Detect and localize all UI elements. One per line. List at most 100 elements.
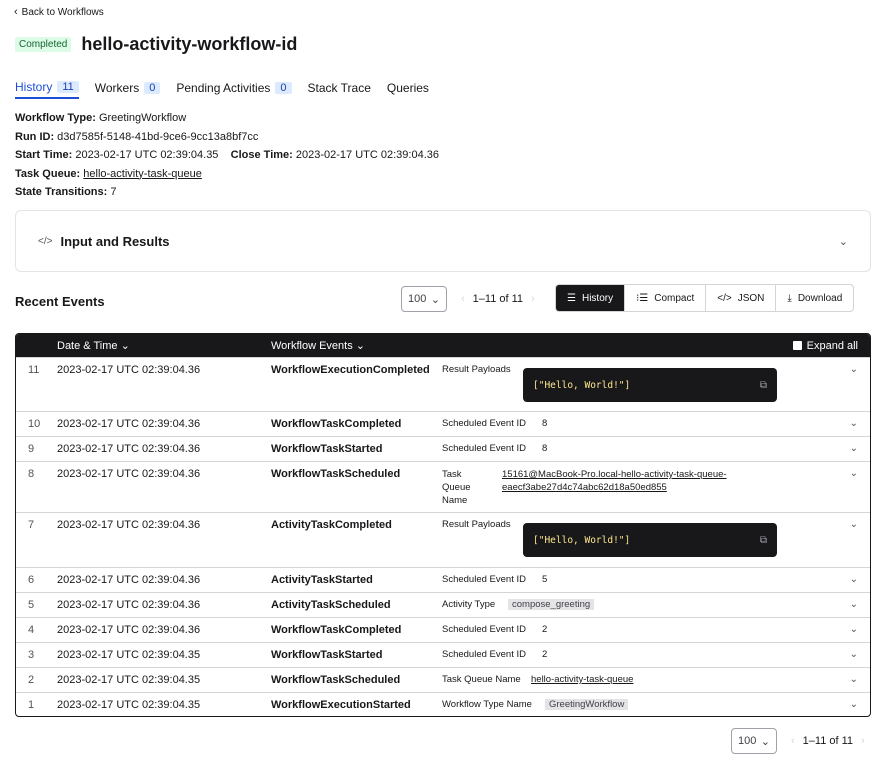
event-type: WorkflowTaskScheduled — [271, 674, 401, 686]
compact-list-icon: ⁝☰ — [636, 292, 649, 304]
detail-value: 5 — [542, 574, 548, 585]
close-time: 2023-02-17 UTC 02:39:04.36 — [295, 149, 439, 161]
chevron-down-icon[interactable]: ⌄ — [850, 699, 858, 710]
task-queue-link[interactable]: hello-activity-task-queue — [83, 168, 202, 180]
page-size-select[interactable]: 100 ⌄ — [731, 728, 777, 754]
next-page-icon[interactable]: › — [861, 735, 865, 747]
tab-workers[interactable]: Workers 0 — [95, 81, 161, 98]
event-id: 11 — [28, 364, 40, 376]
bottom-pagination: 100 ⌄ ‹ 1–11 of 11 › — [731, 728, 865, 754]
chevron-down-icon[interactable]: ⌄ — [850, 599, 858, 610]
tab-pending-activities[interactable]: Pending Activities 0 — [176, 81, 292, 98]
chevron-down-icon[interactable]: ⌄ — [850, 364, 858, 375]
chevron-left-icon: ‹ — [14, 6, 18, 18]
table-row[interactable]: 1 2023-02-17 UTC 02:39:04.35 WorkflowExe… — [16, 692, 870, 716]
tab-label: Workers — [94, 81, 140, 95]
table-row[interactable]: 11 2023-02-17 UTC 02:39:04.36 WorkflowEx… — [16, 357, 870, 411]
tab-count-badge: 0 — [144, 82, 161, 94]
task-queue-link[interactable]: 15161@MacBook-Pro.local-hello-activity-t… — [502, 468, 727, 494]
event-id: 7 — [28, 519, 35, 531]
page-size-value: 100 — [738, 735, 757, 747]
view-label: Compact — [654, 292, 695, 304]
view-toggle: ☰ History ⁝☰ Compact </> JSON ⤓ Download — [555, 284, 855, 312]
state-transitions: 7 — [110, 186, 117, 198]
table-row[interactable]: 10 2023-02-17 UTC 02:39:04.36 WorkflowTa… — [16, 411, 870, 436]
event-date: 2023-02-17 UTC 02:39:04.35 — [57, 649, 201, 661]
column-header-date[interactable]: Date & Time ⌄ — [57, 339, 130, 352]
tab-stack-trace[interactable]: Stack Trace — [308, 81, 371, 98]
checkbox[interactable] — [792, 341, 802, 350]
table-header: Date & Time ⌄ Workflow Events ⌄ Expand a… — [16, 334, 870, 357]
chevron-down-icon[interactable]: ⌄ — [850, 574, 858, 585]
meta-label: Task Queue: — [15, 167, 81, 180]
event-id: 2 — [28, 674, 35, 686]
header-label: Workflow Events — [271, 340, 353, 352]
table-row[interactable]: 6 2023-02-17 UTC 02:39:04.36 ActivityTas… — [16, 567, 870, 592]
page-size-select[interactable]: 100 ⌄ — [401, 286, 447, 312]
table-row[interactable]: 7 2023-02-17 UTC 02:39:04.36 ActivityTas… — [16, 512, 870, 567]
back-link-label: Back to Workflows — [21, 6, 104, 18]
tab-history[interactable]: History 11 — [15, 80, 79, 99]
detail-value: 2 — [542, 649, 548, 660]
detail-key: Task Queue Name — [442, 468, 471, 507]
table-row[interactable]: 9 2023-02-17 UTC 02:39:04.36 WorkflowTas… — [16, 436, 870, 461]
detail-key: Scheduled Event ID — [442, 649, 526, 660]
event-date: 2023-02-17 UTC 02:39:04.36 — [57, 599, 201, 611]
back-link[interactable]: ‹ Back to Workflows — [14, 6, 104, 18]
event-type: ActivityTaskCompleted — [271, 519, 392, 531]
table-row[interactable]: 3 2023-02-17 UTC 02:39:04.35 WorkflowTas… — [16, 642, 870, 667]
chevron-down-icon: ⌄ — [760, 735, 770, 748]
chevron-down-icon[interactable]: ⌄ — [850, 519, 858, 530]
view-json-button[interactable]: </> JSON — [705, 285, 775, 311]
payload-text: ["Hello, World!"] — [533, 379, 631, 391]
column-header-events[interactable]: Workflow Events ⌄ — [271, 339, 365, 352]
tab-label: Stack Trace — [307, 81, 371, 95]
detail-key-line: Queue — [442, 482, 471, 493]
chevron-down-icon[interactable]: ⌄ — [850, 674, 858, 685]
view-compact-button[interactable]: ⁝☰ Compact — [624, 285, 705, 311]
input-results-panel[interactable]: </> Input and Results ⌄ — [15, 210, 871, 272]
meta-label: Start Time: — [15, 149, 73, 161]
tab-bar: History 11 Workers 0 Pending Activities … — [15, 80, 429, 99]
start-time: 2023-02-17 UTC 02:39:04.35 — [75, 149, 219, 161]
status-badge: Completed — [15, 37, 72, 52]
event-id: 1 — [28, 699, 35, 711]
chevron-down-icon[interactable]: ⌄ — [850, 418, 858, 429]
detail-key: Task Queue Name — [442, 674, 521, 685]
table-row[interactable]: 5 2023-02-17 UTC 02:39:04.36 ActivityTas… — [16, 592, 870, 617]
detail-key: Scheduled Event ID — [442, 418, 526, 429]
input-results-title: Input and Results — [60, 233, 170, 249]
copy-icon[interactable]: ⧉ — [760, 380, 767, 391]
workflow-summary: Workflow Type: GreetingWorkflow Run ID: … — [15, 109, 439, 202]
chevron-down-icon[interactable]: ⌄ — [850, 624, 858, 635]
chevron-down-icon[interactable]: ⌄ — [850, 443, 858, 454]
next-page-icon[interactable]: › — [531, 293, 535, 305]
event-date: 2023-02-17 UTC 02:39:04.36 — [57, 519, 201, 531]
copy-icon[interactable]: ⧉ — [760, 535, 767, 546]
expand-all-toggle[interactable]: Expand all — [792, 340, 858, 352]
meta-label: State Transitions: — [15, 186, 108, 198]
event-date: 2023-02-17 UTC 02:39:04.36 — [57, 364, 201, 376]
chevron-down-icon[interactable]: ⌄ — [850, 649, 858, 660]
prev-page-icon[interactable]: ‹ — [461, 293, 465, 305]
detail-value-line: 15161@MacBook-Pro.local-hello-activity-t… — [502, 469, 727, 480]
download-button[interactable]: ⤓ Download — [775, 285, 853, 311]
table-row[interactable]: 2 2023-02-17 UTC 02:39:04.35 WorkflowTas… — [16, 667, 870, 692]
event-type: WorkflowTaskStarted — [271, 649, 383, 661]
prev-page-icon[interactable]: ‹ — [791, 735, 795, 747]
tab-label: Queries — [386, 81, 429, 95]
table-row[interactable]: 4 2023-02-17 UTC 02:39:04.36 WorkflowTas… — [16, 617, 870, 642]
tab-queries[interactable]: Queries — [387, 81, 429, 98]
event-date: 2023-02-17 UTC 02:39:04.36 — [57, 468, 201, 480]
task-queue-link[interactable]: hello-activity-task-queue — [531, 674, 633, 685]
table-row[interactable]: 8 2023-02-17 UTC 02:39:04.36 WorkflowTas… — [16, 461, 870, 512]
event-type: WorkflowExecutionCompleted — [271, 364, 430, 376]
event-type: ActivityTaskScheduled — [271, 599, 391, 611]
view-history-button[interactable]: ☰ History — [556, 285, 625, 311]
event-id: 8 — [28, 468, 35, 480]
view-label: History — [581, 292, 614, 304]
chevron-down-icon: ⌄ — [120, 340, 130, 352]
chevron-down-icon[interactable]: ⌄ — [850, 468, 858, 479]
workflow-type-tag: GreetingWorkflow — [545, 699, 629, 710]
event-id: 5 — [28, 599, 35, 611]
